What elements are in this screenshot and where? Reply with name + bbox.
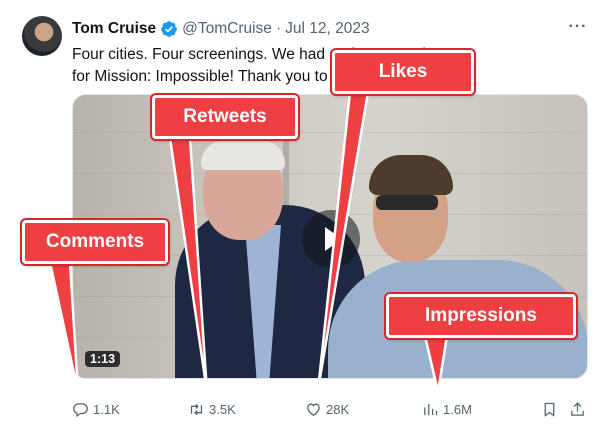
tweet-date[interactable]: Jul 12, 2023 [285, 20, 369, 38]
more-options-icon[interactable]: ··· [566, 18, 590, 40]
retweet-icon [190, 403, 203, 415]
bookmark-icon [544, 402, 555, 417]
like-button[interactable]: 28K [305, 398, 349, 420]
separator-dot: · [275, 20, 282, 37]
like-count: 28K [326, 401, 350, 417]
avatar[interactable] [22, 16, 62, 56]
reply-count: 1.1K [93, 401, 120, 417]
verified-badge-icon [161, 21, 177, 37]
bar-chart-icon [424, 403, 438, 415]
likes-callout: Likes [332, 50, 474, 94]
reply-button[interactable]: 1.1K [72, 398, 120, 420]
tweet-card: Tom Cruise @TomCruise · Jul 12, 2023 ···… [0, 0, 610, 429]
author-handle[interactable]: @TomCruise [182, 20, 272, 38]
reply-icon [73, 402, 88, 417]
bookmark-button[interactable] [541, 398, 562, 420]
video-person-right-hair [369, 155, 453, 195]
retweets-callout: Retweets [152, 95, 298, 139]
tweet-header: Tom Cruise @TomCruise · Jul 12, 2023 [72, 18, 370, 40]
video-person-right-sunglasses [376, 195, 438, 210]
comments-callout: Comments [22, 220, 168, 264]
share-icon [571, 401, 584, 416]
retweet-button[interactable]: 3.5K [188, 398, 236, 420]
retweet-count: 3.5K [209, 401, 236, 417]
video-person-left-hair [201, 140, 285, 170]
author-name[interactable]: Tom Cruise [72, 20, 156, 38]
video-duration: 1:13 [85, 351, 121, 367]
heart-icon [307, 403, 320, 416]
views-count: 1.6M [443, 401, 472, 417]
share-button[interactable] [569, 398, 590, 420]
action-bar: 1.1K 3.5K 28K 1.6M [72, 398, 590, 420]
views-button[interactable]: 1.6M [422, 398, 472, 420]
play-icon[interactable] [302, 210, 360, 268]
impressions-callout: Impressions [386, 294, 576, 338]
